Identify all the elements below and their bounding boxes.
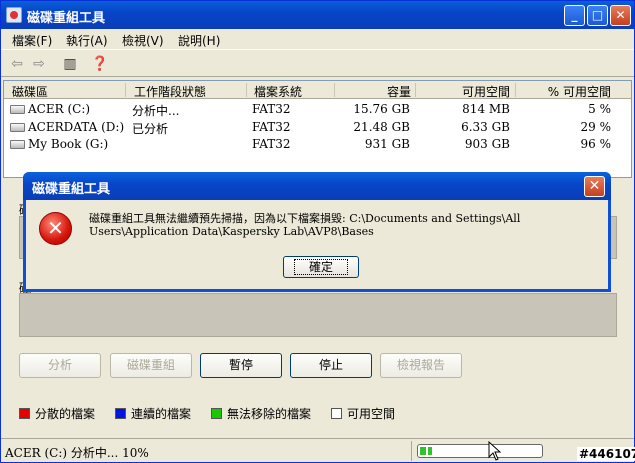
dialog-title: 磁碟重組工具 xyxy=(32,182,111,197)
menu-action[interactable]: 執行(A) xyxy=(66,32,108,49)
menu-file[interactable]: 檔案(F) xyxy=(12,32,52,49)
help-properties-icon[interactable]: ❓ xyxy=(90,55,110,73)
title-bar[interactable]: 磁碟重組工具 _ □ ✕ xyxy=(1,1,634,29)
show-hide-console-icon[interactable]: ▥ xyxy=(60,55,80,73)
back-arrow-icon[interactable]: ⇦ xyxy=(7,55,27,73)
toolbar: ⇦ ⇨ ▥ ❓ xyxy=(1,51,634,77)
legend-contiguous: 連續的檔案 xyxy=(115,405,191,422)
legend-unmovable: 無法移除的檔案 xyxy=(211,405,311,422)
col-status[interactable]: 工作階段狀態 xyxy=(134,83,206,99)
maximize-button[interactable]: □ xyxy=(587,5,608,26)
watermark-id: #446107 xyxy=(577,447,635,461)
col-volume[interactable]: 磁碟區 xyxy=(12,83,48,99)
volume-list[interactable]: 磁碟區 工作階段狀態 檔案系統 容量 可用空間 % 可用空間 ACER (C:)… xyxy=(3,80,632,178)
menu-help[interactable]: 說明(H) xyxy=(178,32,220,49)
status-text: ACER (C:) 分析中... 10% xyxy=(5,446,149,460)
legend-free-space: 可用空間 xyxy=(331,405,395,422)
close-button[interactable]: ✕ xyxy=(610,5,631,26)
app-icon xyxy=(6,7,22,23)
analyze-button[interactable]: 分析 xyxy=(19,353,101,378)
error-icon: ✕ xyxy=(39,212,72,245)
col-free[interactable]: 可用空間 xyxy=(417,83,510,99)
mouse-cursor-icon xyxy=(488,441,502,461)
list-header: 磁碟區 工作階段狀態 檔案系統 容量 可用空間 % 可用空間 xyxy=(4,81,631,99)
ok-button[interactable]: 確定 xyxy=(283,256,359,278)
pause-button[interactable]: 暫停 xyxy=(200,353,282,378)
progress-bar xyxy=(417,444,543,458)
after-defrag-bar xyxy=(19,293,617,337)
menu-view[interactable]: 檢視(V) xyxy=(122,32,164,49)
col-pct-free[interactable]: % 可用空間 xyxy=(517,83,611,99)
defragment-button[interactable]: 磁碟重組 xyxy=(110,353,192,378)
dialog-close-button[interactable]: ✕ xyxy=(584,176,605,197)
dialog-message: 磁碟重組工具無法繼續預先掃描，因為以下檔案損毀: C:\Documents an… xyxy=(89,212,521,238)
table-row[interactable]: ACER (C:) 分析中... FAT32 15.76 GB 814 MB 5… xyxy=(4,101,631,118)
legend-fragmented: 分散的檔案 xyxy=(19,405,95,422)
table-row[interactable]: ACERDATA (D:) 已分析 FAT32 21.48 GB 6.33 GB… xyxy=(4,119,631,136)
minimize-button[interactable]: _ xyxy=(564,5,585,26)
stop-button[interactable]: 停止 xyxy=(290,353,372,378)
view-report-button[interactable]: 檢視報告 xyxy=(380,353,462,378)
forward-arrow-icon[interactable]: ⇨ xyxy=(29,55,49,73)
status-bar: ACER (C:) 分析中... 10% xyxy=(1,438,634,462)
col-capacity[interactable]: 容量 xyxy=(336,83,411,99)
col-filesystem[interactable]: 檔案系統 xyxy=(254,83,302,99)
drive-icon xyxy=(10,123,25,132)
drive-icon xyxy=(10,105,25,114)
disk-defragmenter-window: 磁碟重組工具 _ □ ✕ 檔案(F) 執行(A) 檢視(V) 說明(H) ⇦ ⇨… xyxy=(0,0,635,463)
window-title: 磁碟重組工具 xyxy=(27,11,106,26)
table-row[interactable]: My Book (G:) FAT32 931 GB 903 GB 96 % xyxy=(4,136,631,153)
dialog-title-bar[interactable]: 磁碟重組工具 ✕ xyxy=(23,172,611,200)
drive-icon xyxy=(10,140,25,149)
menu-bar: 檔案(F) 執行(A) 檢視(V) 說明(H) xyxy=(1,29,634,50)
error-dialog: 磁碟重組工具 ✕ ✕ 磁碟重組工具無法繼續預先掃描，因為以下檔案損毀: C:\D… xyxy=(23,172,611,292)
